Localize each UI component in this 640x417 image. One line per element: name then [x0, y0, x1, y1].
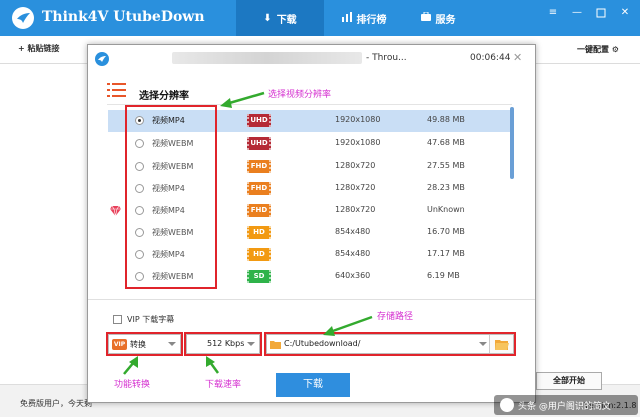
resolution-value: 1920x1080 [335, 138, 381, 147]
video-title-blurred [172, 52, 362, 64]
vip-diamond-icon [110, 205, 121, 219]
file-size: 6.19 MB [427, 271, 460, 280]
annotation-convert: 功能转换 [114, 380, 151, 390]
tab-service[interactable]: 服务 [404, 0, 472, 36]
resolution-value: 1280x720 [335, 205, 376, 214]
minimize-icon[interactable]: — [570, 6, 584, 20]
options-divider [88, 299, 535, 300]
watermark: 头条 @用户阁识的简文 [494, 395, 638, 415]
list-icon [107, 82, 127, 101]
dialog-close-icon[interactable]: ✕ [513, 51, 522, 64]
quality-badge: UHD [247, 114, 271, 127]
tab-ranking[interactable]: 排行榜 [324, 0, 404, 36]
speed-select[interactable]: 512 Kbps [184, 332, 262, 356]
quality-badge: UHD [247, 137, 271, 150]
file-size: 17.17 MB [427, 249, 465, 258]
watermark-text: 头条 @用户阁识的简文 [518, 402, 611, 412]
tab-ranking-label: 排行榜 [356, 14, 387, 26]
file-size: UnKnown [427, 205, 465, 214]
video-title-suffix: - Throu... [366, 53, 407, 63]
video-duration: 00:06:44 [470, 53, 511, 63]
save-path-select[interactable]: C:/Utubedownload/ [264, 332, 516, 356]
resolution-value: 854x480 [335, 227, 371, 236]
paste-link-button[interactable]: + 粘贴链接 [18, 43, 60, 54]
resolution-value: 1920x1080 [335, 115, 381, 124]
chevron-down-icon [247, 342, 255, 346]
maximize-icon[interactable] [594, 6, 608, 20]
menu-icon[interactable]: ≡ [546, 6, 560, 20]
browse-folder-button[interactable] [489, 335, 513, 353]
annotation-path: 存储路径 [377, 312, 414, 322]
annotation-speed: 下载速率 [205, 380, 242, 390]
dialog-logo-icon [95, 52, 109, 69]
download-button[interactable]: 下载 [276, 373, 350, 397]
save-path-value: C:/Utubedownload/ [284, 339, 361, 348]
chevron-down-icon [479, 342, 487, 346]
tab-download[interactable]: ⬇ 下载 [236, 0, 324, 36]
open-folder-icon [495, 340, 509, 350]
watermark-logo-icon [500, 398, 514, 412]
quality-badge: SD [247, 270, 271, 283]
start-all-button[interactable]: 全部开始 [536, 372, 602, 390]
file-size: 16.70 MB [427, 227, 465, 236]
list-scrollbar[interactable] [510, 107, 514, 179]
download-arrow-icon: ⬇ [263, 12, 272, 24]
quality-badge: FHD [247, 182, 271, 195]
resolution-value: 1280x720 [335, 161, 376, 170]
resolution-value: 1280x720 [335, 183, 376, 192]
speed-select-value: 512 Kbps [207, 339, 245, 348]
quick-settings-button[interactable]: 一键配置 ⚙ [577, 44, 619, 55]
resolution-value: 854x480 [335, 249, 371, 258]
close-window-icon[interactable]: ✕ [618, 6, 632, 20]
convert-select[interactable]: VIP 转换 [106, 332, 183, 356]
app-title: Think4V UtubeDown [42, 9, 205, 25]
tab-service-label: 服务 [435, 14, 456, 26]
free-user-notice: 免费版用户，今天剩 [20, 399, 92, 408]
vip-subtitle-label: VIP 下载字幕 [127, 315, 175, 324]
quality-badge: HD [247, 226, 271, 239]
quality-badge: FHD [247, 160, 271, 173]
chevron-down-icon [168, 342, 176, 346]
file-size: 28.23 MB [427, 183, 465, 192]
quality-badge: FHD [247, 204, 271, 217]
vip-subtitle-checkbox[interactable] [113, 315, 122, 324]
file-size: 27.55 MB [427, 161, 465, 170]
file-size: 49.88 MB [427, 115, 465, 124]
briefcase-icon [420, 11, 431, 24]
quality-badge: HD [247, 248, 271, 261]
format-highlight-box [125, 105, 217, 289]
bar-chart-icon [341, 11, 352, 25]
folder-icon [270, 340, 281, 352]
file-size: 47.68 MB [427, 138, 465, 147]
resolution-value: 640x360 [335, 271, 371, 280]
convert-select-value: 转换 [130, 340, 146, 349]
app-logo-icon [12, 7, 34, 29]
section-title: 选择分辨率 [139, 91, 189, 102]
vip-badge: VIP [112, 339, 127, 350]
annotation-resolution: 选择视频分辨率 [268, 90, 332, 100]
tab-download-label: 下载 [276, 14, 297, 26]
